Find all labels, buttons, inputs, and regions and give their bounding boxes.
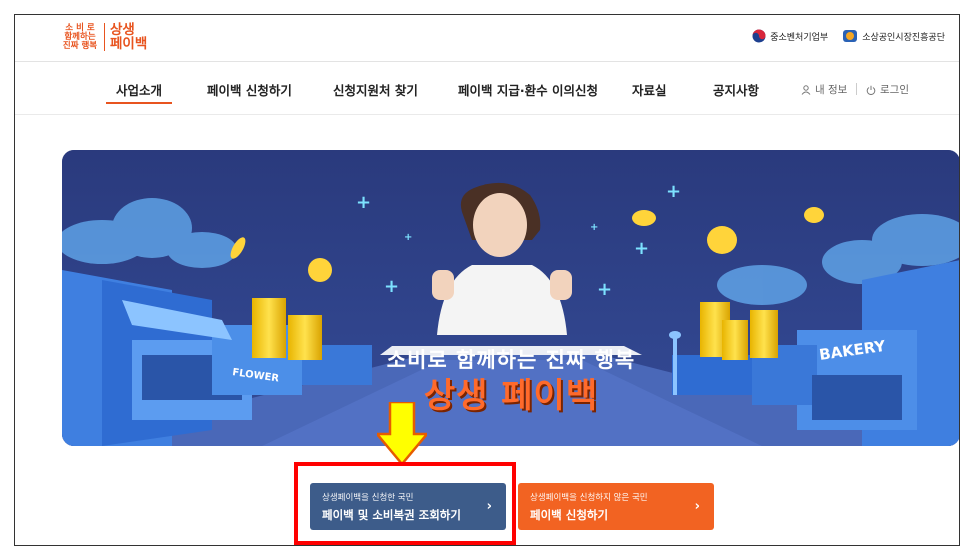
partner-mss[interactable]: 중소벤처기업부 (752, 29, 828, 43)
taegeuk-icon (752, 29, 766, 43)
svg-text:+: + (666, 181, 681, 202)
util-divider (856, 83, 857, 95)
svg-text:+: + (404, 232, 412, 243)
semas-logo-icon (843, 30, 858, 42)
logo-divider (104, 23, 105, 51)
my-info-link[interactable]: 내 정보 (801, 82, 847, 97)
my-info-label: 내 정보 (815, 84, 848, 96)
logo-tagline-line3: 진짜 행복 (62, 40, 98, 51)
svg-text:+: + (597, 279, 612, 300)
svg-text:+: + (356, 192, 371, 213)
partner-logos: 중소벤처기업부 소상공인시장진흥공단 (752, 29, 959, 43)
hero-banner[interactable]: + + + + + + + FLOWER BAKERY 소비로 함께하는 진짜 … (62, 150, 959, 446)
svg-text:+: + (590, 222, 598, 233)
svg-text:+: + (384, 276, 399, 297)
nav-item-find-center[interactable]: 신청지원처 찾기 (333, 80, 418, 99)
partner-mss-label: 중소벤처기업부 (770, 32, 829, 43)
login-link[interactable]: 로그인 (866, 82, 909, 97)
power-icon (866, 85, 876, 95)
partner-semas[interactable]: 소상공인시장진흥공단 (842, 29, 945, 43)
apply-button-subtitle: 상생페이백을 신청하지 않은 국민 (530, 493, 648, 503)
nav-item-notice[interactable]: 공지사항 (713, 80, 759, 99)
logo-brand-line2: 페이백 (110, 36, 148, 52)
nav-item-objection[interactable]: 페이백 지급·환수 이의신청 (458, 80, 598, 99)
nav-item-intro[interactable]: 사업소개 (105, 80, 173, 104)
logo-tagline: 소 비 로 함께하는 진짜 행복 (61, 23, 99, 51)
logo-brand: 상생 페이백 (110, 23, 164, 51)
banner-brand: 상생 페이백 (423, 376, 599, 416)
nav-item-archive[interactable]: 자료실 (632, 80, 667, 99)
site-logo[interactable]: 소 비 로 함께하는 진짜 행복 상생 페이백 (61, 23, 164, 51)
page-frame: 소 비 로 함께하는 진짜 행복 상생 페이백 중소벤처기업부 소상공인시장진흥… (14, 14, 960, 546)
svg-text:+: + (634, 238, 649, 259)
top-bar: 소 비 로 함께하는 진짜 행복 상생 페이백 중소벤처기업부 소상공인시장진흥… (15, 15, 959, 61)
apply-button-label: 페이백 신청하기 (530, 508, 609, 522)
user-icon (801, 84, 811, 95)
down-arrow-icon (377, 402, 427, 464)
partner-semas-label: 소상공인시장진흥공단 (862, 32, 945, 43)
nav-item-apply[interactable]: 페이백 신청하기 (207, 80, 292, 99)
login-label: 로그인 (880, 84, 909, 96)
chevron-right-icon: › (694, 499, 700, 514)
main-nav: 사업소개 페이백 신청하기 신청지원처 찾기 페이백 지급·환수 이의신청 자료… (15, 62, 959, 114)
logo-brand-line1: 상생 (110, 22, 135, 38)
nav-divider (15, 114, 959, 115)
highlight-box (294, 462, 516, 545)
payback-apply-button[interactable]: 상생페이백을 신청하지 않은 국민 페이백 신청하기 › (518, 483, 714, 530)
